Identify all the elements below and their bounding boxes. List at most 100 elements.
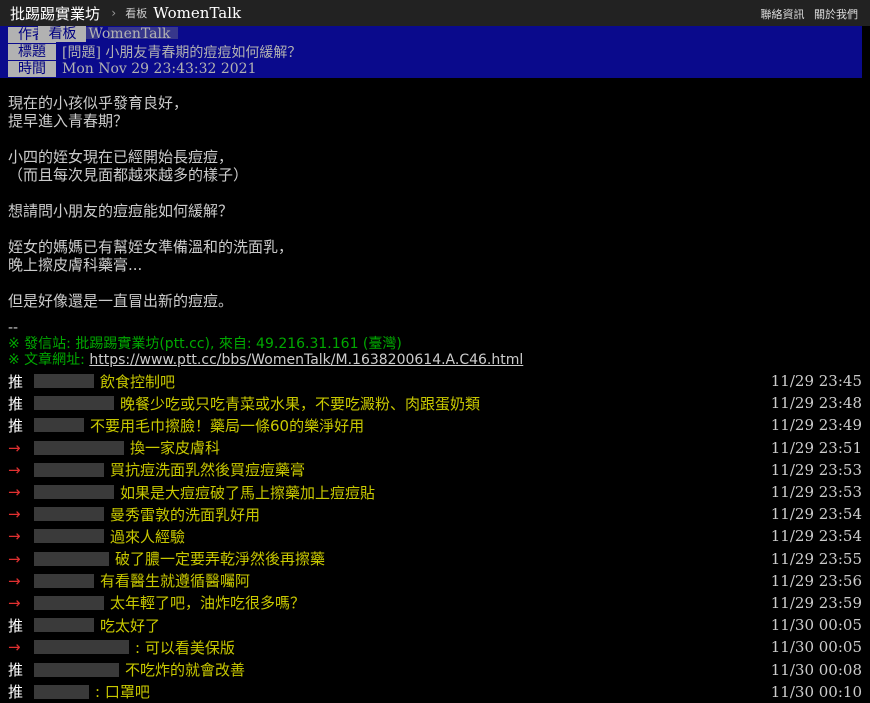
breadcrumb-label: 看板	[125, 7, 148, 20]
board-value: WomenTalk	[88, 26, 171, 42]
breadcrumb-board-link[interactable]: WomenTalk	[153, 4, 241, 22]
push-comment-row: 推 飲食控制吧 11/29 23:45	[0, 370, 870, 392]
redacted-user-id	[34, 573, 94, 588]
redacted-user-id	[34, 485, 114, 500]
body-paragraph: 想請問小朋友的痘痘能如何緩解？	[8, 202, 234, 220]
arrow-tag: →	[8, 571, 21, 590]
push-tag: 推	[8, 616, 24, 635]
push-comment-time: 11/29 23:45	[770, 372, 862, 391]
push-tag: 推	[8, 394, 24, 413]
push-comment-time: 11/29 23:51	[770, 438, 862, 457]
origin-line: ※ 發信站: 批踢踢實業坊(ptt.cc), 來自: 49.216.31.161…	[8, 336, 402, 352]
board-tag: 看板	[38, 26, 87, 42]
redacted-user-id	[34, 462, 104, 477]
push-comment-text: 不要用毛巾擦臉！藥局一條60的樂淨好用	[90, 416, 365, 435]
arrow-tag: →	[8, 549, 21, 568]
push-comment-row: → 太年輕了吧，油炸吃很多嗎？ 11/29 23:59	[0, 592, 870, 614]
push-comment-text: 晚餐少吃或只吃青菜或水果，不要吃澱粉、肉跟蛋奶類	[120, 394, 481, 413]
redacted-user-id	[34, 618, 94, 633]
article-body: 現在的小孩似乎發育良好， 提早進入青春期？ 小四的姪女現在已經開始長痘痘， （而…	[8, 94, 858, 328]
push-comment-time: 11/29 23:49	[770, 416, 862, 435]
body-paragraph: 小四的姪女現在已經開始長痘痘， （而且每次見面都越來越多的樣子）	[8, 148, 249, 184]
redacted-user-id	[34, 684, 89, 699]
push-comment-row: 推 不要用毛巾擦臉！藥局一條60的樂淨好用 11/29 23:49	[0, 414, 870, 436]
redacted-user-id	[34, 418, 84, 433]
push-comment-time: 11/29 23:59	[770, 593, 862, 612]
arrow-tag: →	[8, 505, 21, 524]
redacted-user-id	[34, 396, 114, 411]
redacted-user-id	[34, 440, 124, 455]
arrow-tag: →	[8, 527, 21, 546]
push-comment-text: 曼秀雷敦的洗面乳好用	[110, 505, 261, 524]
push-comment-row: 推 : 口罩吧 11/30 00:10	[0, 681, 870, 703]
article-metadata-header: 作者 看板 WomenTalk 標題 [問題] 小朋友青春期的痘痘如何緩解？ 時…	[0, 26, 862, 78]
push-comment-row: 推 吃太好了 11/30 00:05	[0, 614, 870, 636]
push-comment-text: 破了膿一定要弄乾淨然後再擦藥	[115, 550, 326, 569]
push-comment-row: → 如果是大痘痘破了馬上擦藥加上痘痘貼 11/29 23:53	[0, 481, 870, 503]
push-comment-row: → 買抗痘洗面乳然後買痘痘藥膏 11/29 23:53	[0, 459, 870, 481]
article-url-link[interactable]: https://www.ptt.cc/bbs/WomenTalk/M.16382…	[89, 352, 523, 368]
about-link[interactable]: 關於我們	[814, 8, 858, 21]
body-paragraph: 但是好像還是一直冒出新的痘痘。	[8, 292, 234, 310]
push-comment-time: 11/30 00:10	[770, 682, 862, 701]
article-signature: -- ※ 發信站: 批踢踢實業坊(ptt.cc), 來自: 49.216.31.…	[8, 320, 523, 368]
time-value: Mon Nov 29 23:43:32 2021	[62, 60, 257, 77]
arrow-tag: →	[8, 638, 21, 657]
push-comment-time: 11/30 00:08	[770, 660, 862, 679]
redacted-user-id	[34, 507, 104, 522]
push-comment-row: 推 不吃炸的就會改善 11/30 00:08	[0, 658, 870, 680]
push-comment-row: → 換一家皮膚科 11/29 23:51	[0, 437, 870, 459]
arrow-tag: →	[8, 438, 21, 457]
push-comment-text: 過來人經驗	[110, 527, 186, 546]
push-comment-row: → 有看醫生就遵循醫囑阿 11/29 23:56	[0, 570, 870, 592]
top-links: 聯絡資訊 關於我們	[755, 6, 859, 22]
site-name-link[interactable]: 批踢踢實業坊	[10, 3, 100, 24]
push-comment-time: 11/29 23:53	[770, 483, 862, 502]
push-comment-text: 有看醫生就遵循醫囑阿	[100, 572, 251, 591]
arrow-tag: →	[8, 593, 21, 612]
push-comment-time: 11/29 23:56	[770, 571, 862, 590]
url-line: ※ 文章網址: https://www.ptt.cc/bbs/WomenTalk…	[8, 352, 523, 368]
push-comment-row: → 曼秀雷敦的洗面乳好用 11/29 23:54	[0, 503, 870, 525]
push-comment-row: →: 可以看美保版 11/30 00:05	[0, 636, 870, 658]
push-comment-time: 11/30 00:05	[770, 616, 862, 635]
arrow-tag: →	[8, 483, 21, 502]
top-navigation-bar: 批踢踢實業坊 › 看板 WomenTalk 聯絡資訊 關於我們	[0, 0, 870, 26]
redacted-user-id	[34, 662, 119, 677]
push-comment-row: 推 晚餐少吃或只吃青菜或水果，不要吃澱粉、肉跟蛋奶類 11/29 23:48	[0, 392, 870, 414]
arrow-tag: →	[8, 460, 21, 479]
push-comment-time: 11/29 23:54	[770, 527, 862, 546]
push-comment-time: 11/29 23:48	[770, 394, 862, 413]
push-comment-text: 換一家皮膚科	[130, 439, 221, 458]
redacted-user-id	[34, 640, 129, 655]
contact-link[interactable]: 聯絡資訊	[761, 8, 805, 21]
push-comment-text: : 口罩吧	[95, 683, 150, 702]
push-comment-time: 11/29 23:53	[770, 460, 862, 479]
body-paragraph: 姪女的媽媽已有幫姪女準備溫和的洗面乳， 晚上擦皮膚科藥膏...	[8, 238, 294, 274]
redacted-user-id	[34, 529, 104, 544]
push-tag: 推	[8, 416, 24, 435]
push-comment-text: 吃太好了	[100, 616, 161, 635]
push-tag: 推	[8, 683, 24, 702]
push-comment-text: 不吃炸的就會改善	[125, 661, 246, 680]
push-comment-time: 11/29 23:54	[770, 505, 862, 524]
title-tag: 標題	[8, 43, 56, 60]
breadcrumb-separator: ›	[110, 6, 118, 20]
push-comment-time: 11/29 23:55	[770, 549, 862, 568]
redacted-user-id	[34, 595, 104, 610]
push-comment-text: 買抗痘洗面乳然後買痘痘藥膏	[110, 461, 306, 480]
url-label: ※ 文章網址:	[8, 352, 90, 368]
push-comment-row: → 破了膿一定要弄乾淨然後再擦藥 11/29 23:55	[0, 548, 870, 570]
time-tag: 時間	[8, 60, 56, 77]
push-comment-row: → 過來人經驗 11/29 23:54	[0, 525, 870, 547]
push-comment-list: 推 飲食控制吧 11/29 23:45 推 晚餐少吃或只吃青菜或水果，不要吃澱粉、肉跟蛋…	[0, 370, 870, 703]
push-tag: 推	[8, 661, 24, 680]
body-paragraph: 現在的小孩似乎發育良好， 提早進入青春期？	[8, 94, 189, 130]
title-value: [問題] 小朋友青春期的痘痘如何緩解？	[62, 44, 302, 61]
push-comment-text: : 可以看美保版	[135, 638, 235, 657]
push-comment-text: 如果是大痘痘破了馬上擦藥加上痘痘貼	[120, 483, 376, 502]
time-row: 時間 Mon Nov 29 23:43:32 2021	[0, 60, 257, 77]
signature-dash: --	[8, 320, 19, 336]
push-comment-text: 飲食控制吧	[100, 372, 176, 391]
push-comment-text: 太年輕了吧，油炸吃很多嗎？	[110, 594, 306, 613]
